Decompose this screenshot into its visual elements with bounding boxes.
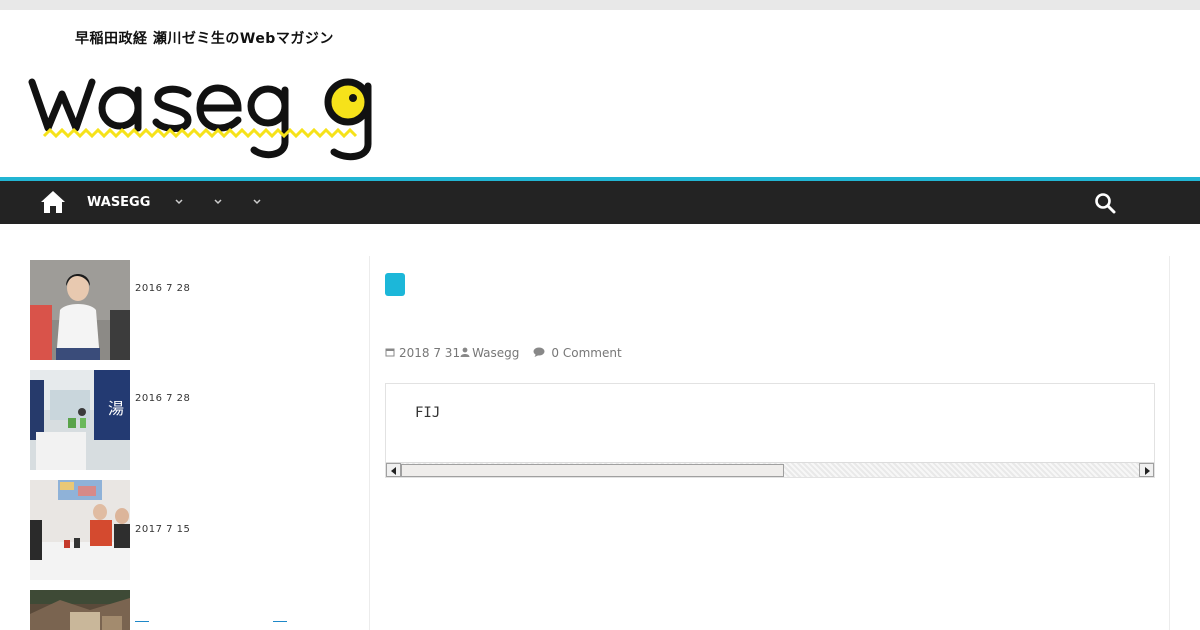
category-badge[interactable] — [385, 273, 405, 296]
sidebar-divider — [369, 256, 370, 630]
post-title-link[interactable] — [273, 621, 287, 622]
post-thumbnail[interactable]: 湯 — [30, 370, 130, 470]
post-thumbnail[interactable] — [30, 260, 130, 360]
post-thumbnail[interactable] — [30, 480, 130, 580]
comment-icon — [533, 346, 545, 360]
chevron-down-icon[interactable] — [213, 197, 223, 207]
main-navigation: WASEGG — [0, 181, 1200, 224]
post-date[interactable]: 2018 7 31 — [399, 346, 460, 360]
post-meta: 2018 7 31 Wasegg 0 Comment — [385, 346, 622, 360]
code-block: FIJ — [385, 383, 1155, 478]
sidebar-post[interactable]: 湯 2016 7 28 — [30, 370, 360, 470]
scroll-right-button[interactable] — [1139, 463, 1154, 477]
code-text: FIJ — [415, 405, 441, 421]
svg-text:湯: 湯 — [108, 399, 124, 418]
top-strip — [0, 0, 1200, 10]
home-icon[interactable] — [40, 190, 66, 214]
chevron-down-icon[interactable] — [174, 197, 184, 207]
site-header: 早稲田政経 瀬川ゼミ生のWebマガジン — [0, 10, 1200, 177]
post-title-link[interactable] — [135, 621, 149, 622]
calendar-icon — [385, 346, 395, 360]
scrollbar-thumb[interactable] — [401, 464, 784, 477]
post-author[interactable]: Wasegg — [472, 346, 519, 360]
horizontal-scrollbar[interactable] — [386, 462, 1154, 477]
user-icon — [460, 346, 470, 360]
sidebar-post[interactable]: 2016 7 28 — [30, 260, 360, 360]
site-tagline: 早稲田政経 瀬川ゼミ生のWebマガジン — [75, 31, 334, 47]
site-logo[interactable] — [28, 50, 383, 165]
nav-item-wasegg[interactable]: WASEGG — [87, 181, 150, 224]
search-icon[interactable] — [1094, 192, 1116, 214]
post-date: 2016 7 28 — [135, 393, 191, 404]
sidebar-post[interactable]: 2017 7 15 — [30, 480, 360, 580]
post-thumbnail[interactable] — [30, 590, 130, 630]
chevron-down-icon[interactable] — [252, 197, 262, 207]
post-date: 2016 7 28 — [135, 283, 191, 294]
comment-count[interactable]: 0 Comment — [551, 346, 621, 360]
scroll-left-button[interactable] — [386, 463, 401, 477]
post-date: 2017 7 15 — [135, 524, 191, 535]
sidebar-post[interactable] — [30, 590, 360, 630]
content-border — [1169, 256, 1170, 630]
